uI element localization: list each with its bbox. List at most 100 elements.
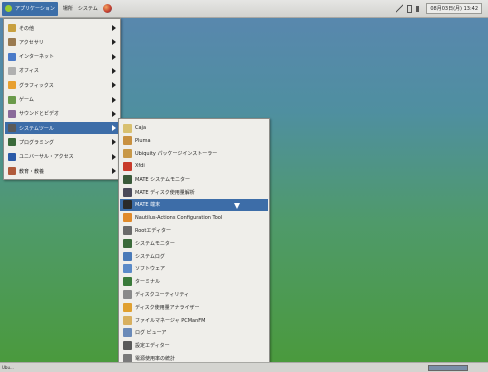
system-tools-item-1[interactable]: Pluma — [120, 135, 268, 147]
main-menu-item-label: 教育・教養 — [19, 168, 45, 175]
submenu-arrow-icon — [112, 39, 116, 46]
system-tools-item-8[interactable]: Rootエディター — [120, 224, 268, 236]
terminal2-icon — [123, 277, 132, 287]
system-log-icon — [123, 251, 132, 261]
system-tray: 08月03日(月) 13:42 — [396, 3, 482, 14]
main-menu-item-0[interactable]: その他 — [5, 22, 119, 34]
places-menu[interactable]: 場所 — [63, 5, 73, 12]
main-menu-item-label: システムツール — [19, 125, 54, 132]
system-tools-item-label: MATE 端末 — [135, 202, 161, 209]
submenu-arrow-icon — [112, 110, 116, 117]
taskbar-label[interactable]: Ubu... — [2, 365, 14, 370]
pcmanfm-icon — [123, 315, 132, 325]
main-menu-item-5[interactable]: ゲーム — [5, 94, 119, 106]
system-tools-item-label: Pluma — [135, 137, 151, 144]
system-tools-item-6[interactable]: MATE 端末 — [120, 198, 268, 211]
applications-menu: その他アクセサリインターネット オフィスグラフィックスゲームサウンドとビデオシステ… — [3, 18, 121, 180]
main-menu-item-3[interactable]: オフィス — [5, 65, 119, 77]
main-menu-item-label: インターネット — [19, 54, 55, 61]
submenu-arrow-icon — [112, 82, 116, 89]
main-menu-item-4[interactable]: グラフィックス — [5, 79, 119, 91]
installer-icon — [123, 149, 132, 159]
main-menu-item-2[interactable]: インターネット — [5, 51, 119, 63]
volume-icon[interactable] — [416, 5, 422, 12]
system-tools-item-label: Xfdi — [135, 163, 145, 170]
network-icon[interactable] — [396, 4, 404, 13]
applications-menu-button[interactable]: アプリケーション — [2, 1, 58, 16]
misc-icon — [8, 24, 16, 32]
log-viewer-icon — [123, 328, 132, 338]
system-tools-item-12[interactable]: ターミナル — [120, 276, 268, 288]
education-icon — [8, 167, 16, 175]
system-tools-item-label: ターミナル — [135, 279, 161, 286]
system-tools-item-label: MATE システムモニター — [135, 176, 190, 183]
system-tools-item-4[interactable]: MATE システムモニター — [120, 173, 268, 185]
system-tools-item-11[interactable]: ソフトウェア — [120, 263, 268, 275]
battery-icon[interactable] — [407, 4, 413, 13]
disk-analyzer-icon — [123, 302, 132, 312]
system-tools-item-7[interactable]: Nautilus-Actions Configuration Tool — [120, 212, 268, 224]
xfdi-icon — [123, 161, 132, 171]
programming-icon — [8, 138, 16, 147]
pluma-icon — [123, 136, 132, 146]
terminal-icon — [123, 200, 132, 210]
system-tools-item-label: Nautilus-Actions Configuration Tool — [135, 214, 223, 221]
clock[interactable]: 08月03日(月) 13:42 — [426, 3, 482, 14]
main-menu-item-7[interactable]: システムツール — [5, 122, 119, 135]
top-panel: アプリケーション 場所 システム 08月03日(月) 13:42 — [0, 0, 488, 18]
submenu-arrow-icon — [112, 67, 116, 74]
software-icon — [123, 264, 132, 274]
system-tools-item-label: MATE ディスク使用量解析 — [135, 189, 195, 196]
main-menu-item-9[interactable]: ユニバーサル・アクセス — [5, 151, 119, 163]
applications-label: アプリケーション — [15, 6, 55, 12]
system-tools-item-10[interactable]: システムログ — [120, 250, 268, 262]
submenu-arrow-icon — [112, 168, 116, 174]
main-menu-item-6[interactable]: サウンドとビデオ — [5, 108, 119, 120]
system-tools-item-label: 設定エディター — [135, 343, 170, 350]
main-menu-item-label: オフィス — [19, 68, 39, 75]
main-menu-item-1[interactable]: アクセサリ — [5, 36, 119, 48]
system-tools-item-label: ディスクユーティリティ — [135, 291, 190, 298]
system-tools-item-14[interactable]: ディスク使用量アナライザー — [120, 301, 268, 313]
distro-logo-icon — [5, 5, 12, 12]
system-tools-item-label: ディスク使用量アナライザー — [135, 304, 200, 311]
submenu-arrow-icon — [112, 125, 116, 132]
office-icon — [8, 66, 16, 75]
system-tools-item-label: Ubiquity パッケージインストーラー — [135, 151, 218, 158]
main-menu-item-label: ゲーム — [19, 97, 34, 103]
disk-usage-icon — [123, 187, 132, 197]
system-tools-item-16[interactable]: ログ ビューア — [120, 327, 268, 339]
main-menu-item-label: アクセサリ — [19, 39, 44, 46]
workspace-switcher[interactable] — [428, 365, 468, 371]
system-menu[interactable]: システム — [78, 5, 98, 12]
system-tools-item-label: ソフトウェア — [135, 266, 166, 273]
system-tools-item-13[interactable]: ディスクユーティリティ — [120, 288, 268, 300]
system-tools-item-label: Caja — [135, 125, 147, 131]
browser-launcher-icon[interactable] — [102, 4, 112, 13]
graphics-icon — [8, 81, 16, 90]
caja-icon — [123, 123, 132, 133]
universal-access-icon — [8, 152, 16, 161]
system-tools-item-9[interactable]: システムモニター — [120, 237, 268, 249]
submenu-arrow-icon — [112, 25, 116, 31]
main-menu-item-label: その他 — [19, 25, 35, 32]
main-menu-item-10[interactable]: 教育・教養 — [5, 165, 119, 177]
main-menu-item-label: ユニバーサル・アクセス — [19, 154, 74, 161]
system-tools-item-17[interactable]: 設定エディター — [120, 340, 268, 352]
games-icon — [8, 95, 16, 104]
system-tools-item-0[interactable]: Caja — [120, 122, 268, 134]
main-menu-item-8[interactable]: プログラミング — [5, 136, 119, 148]
system-tools-item-3[interactable]: Xfdi — [120, 160, 268, 172]
system-tools-item-2[interactable]: Ubiquity パッケージインストーラー — [120, 148, 268, 160]
system-monitor-icon — [123, 174, 132, 184]
submenu-arrow-icon — [112, 153, 116, 160]
main-menu-item-label: プログラミング — [19, 139, 55, 146]
system-tools-item-15[interactable]: ファイルマネージャ PCManFM — [120, 314, 268, 326]
internet-icon — [8, 52, 16, 61]
system-tools-item-label: Rootエディター — [135, 227, 171, 234]
system-tools-item-5[interactable]: MATE ディスク使用量解析 — [120, 186, 268, 198]
system-tools-item-label: システムログ — [135, 253, 165, 260]
root-editor-icon — [123, 225, 132, 235]
config-editor-icon — [123, 341, 132, 351]
system-tools-icon — [8, 124, 16, 133]
